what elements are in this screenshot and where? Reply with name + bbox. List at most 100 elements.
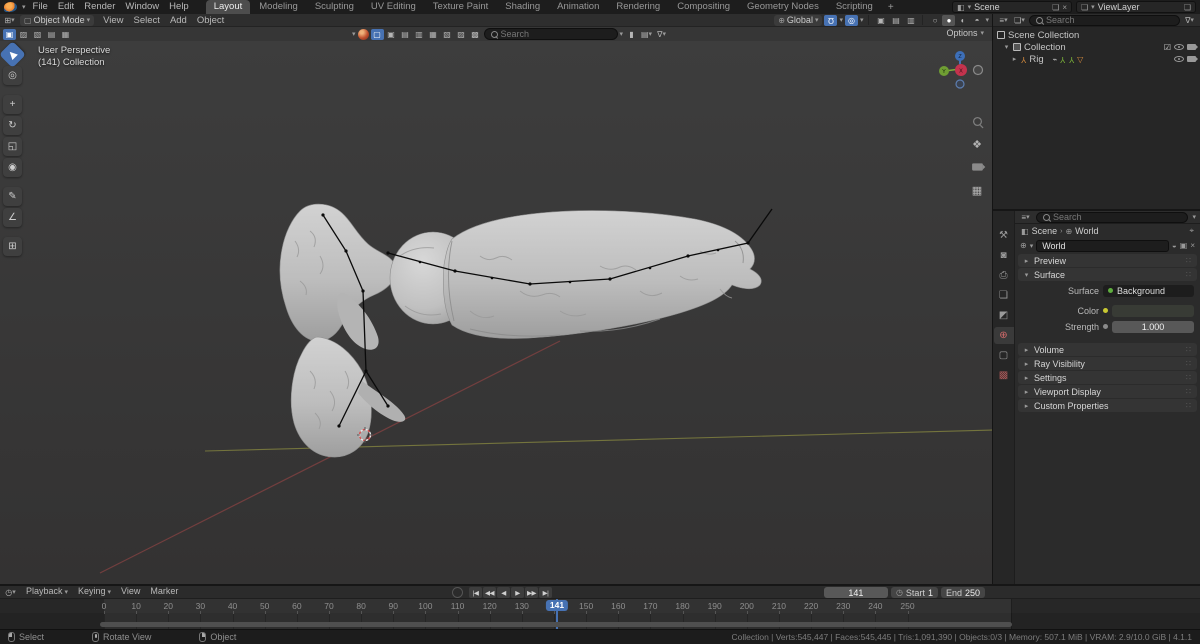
chevron-down-icon[interactable]: ▾ bbox=[1192, 213, 1196, 221]
properties-tab-tool[interactable]: ⚒ bbox=[994, 227, 1014, 244]
blender-logo-icon[interactable] bbox=[4, 2, 17, 12]
outliner-row-collection[interactable]: ▾ Collection ☑ bbox=[995, 41, 1198, 53]
start-frame-field[interactable]: ◷ Start 1 bbox=[890, 587, 938, 598]
tab-geometry-nodes[interactable]: Geometry Nodes bbox=[739, 0, 827, 14]
timeline-menu-view[interactable]: View bbox=[116, 585, 145, 599]
shading-material-preview-icon[interactable]: ◐ bbox=[956, 15, 969, 26]
show-gizmo-icon[interactable]: ▣ bbox=[874, 15, 887, 26]
pin-icon[interactable]: ⌖ bbox=[1189, 226, 1194, 236]
auto-keying-icon[interactable] bbox=[452, 587, 463, 598]
tab-compositing[interactable]: Compositing bbox=[669, 0, 738, 14]
timeline-strip[interactable]: 0 10 20 30 40 50 60 70 80 90 100 110 120 130 150 160 170… bbox=[0, 599, 1200, 629]
tool-option-7-icon[interactable]: ▨ bbox=[455, 29, 468, 40]
menu-render[interactable]: Render bbox=[79, 0, 120, 14]
world-name-field[interactable]: World bbox=[1036, 239, 1169, 252]
scene-selector[interactable]: ◧ ▾ Scene ❏ × bbox=[952, 1, 1072, 13]
viewport-canvas[interactable]: User Perspective (141) Collection ▶ ◎ + ↻ ◱ ◉… bbox=[0, 41, 992, 584]
tool-option-5-icon[interactable]: ▦ bbox=[427, 29, 440, 40]
editor-type-button[interactable]: ≡ ▾ bbox=[1019, 212, 1032, 223]
hide-eye-icon[interactable] bbox=[1174, 44, 1184, 50]
jump-end-button[interactable]: ▶| bbox=[539, 587, 552, 598]
bookmark-icon[interactable]: ▮ bbox=[625, 29, 638, 40]
timeline-scrollbar[interactable] bbox=[100, 622, 1012, 627]
display-settings-icon[interactable]: ▤ ▾ bbox=[640, 29, 653, 40]
toggle-perspective-icon[interactable]: ▦ bbox=[969, 182, 985, 198]
timeline-menu-marker[interactable]: Marker bbox=[145, 585, 183, 599]
pan-hand-icon[interactable]: ❖ bbox=[969, 136, 985, 152]
outliner-search-input[interactable] bbox=[1046, 15, 1116, 25]
unlink-icon[interactable]: × bbox=[1190, 241, 1195, 250]
outliner-scene-icon[interactable]: ❏ ▾ bbox=[1013, 15, 1026, 26]
surface-shader-field[interactable]: Background bbox=[1103, 284, 1194, 297]
tool-transform-button[interactable]: ◉ bbox=[3, 158, 22, 177]
shading-dropdown-icon[interactable]: ▾ bbox=[985, 16, 989, 24]
outliner-display-mode-dropdown[interactable]: ≡ ▾ bbox=[997, 15, 1010, 26]
panel-settings[interactable]: ▸ Settings ∷ bbox=[1018, 371, 1197, 384]
panel-viewport-display[interactable]: ▸ Viewport Display ∷ bbox=[1018, 385, 1197, 398]
properties-tab-texture[interactable]: ▩ bbox=[994, 367, 1014, 384]
disable-render-icon[interactable] bbox=[1187, 44, 1198, 50]
color-swatch[interactable] bbox=[1112, 304, 1194, 317]
panel-volume[interactable]: ▸ Volume ∷ bbox=[1018, 343, 1197, 356]
menu-edit[interactable]: Edit bbox=[53, 0, 79, 14]
tab-layout[interactable]: Layout bbox=[205, 0, 251, 14]
fake-user-shield-icon[interactable]: ◒ bbox=[1172, 241, 1177, 250]
editor-type-button[interactable]: ⊞ ▾ bbox=[3, 15, 16, 26]
matcap-ball-icon[interactable] bbox=[357, 28, 369, 40]
playhead-frame-chip[interactable]: 141 bbox=[545, 600, 569, 611]
chevron-down-icon[interactable]: ▾ bbox=[22, 3, 26, 11]
play-reverse-button[interactable]: ◀ bbox=[497, 587, 510, 598]
tool-option-1-icon[interactable]: ▢ bbox=[370, 28, 384, 40]
panel-preview[interactable]: ▸ Preview ∷ bbox=[1018, 254, 1197, 267]
end-frame-field[interactable]: End 250 bbox=[940, 587, 985, 598]
viewport-menu-object[interactable]: Object bbox=[192, 14, 229, 27]
current-frame-field[interactable]: 141 bbox=[823, 587, 888, 598]
color-decorator-icon[interactable] bbox=[1103, 308, 1108, 313]
proportional-editing-icon[interactable]: ◎ bbox=[844, 14, 858, 26]
tool-measure-button[interactable]: ∠ bbox=[3, 208, 22, 227]
next-keyframe-button[interactable]: ▶▶ bbox=[525, 587, 538, 598]
zoom-icon[interactable] bbox=[969, 113, 985, 129]
tool-option-4-icon[interactable]: ▥ bbox=[413, 29, 426, 40]
toggle-xray-icon[interactable]: ▥ bbox=[904, 15, 917, 26]
menu-file[interactable]: File bbox=[28, 0, 53, 14]
chevron-down-icon[interactable]: ▾ bbox=[620, 30, 624, 38]
collection-checkbox[interactable]: ☑ bbox=[1164, 43, 1171, 52]
select-mode-subtract-icon[interactable]: ▧ bbox=[31, 29, 44, 40]
tool-option-8-icon[interactable]: ▩ bbox=[469, 29, 482, 40]
unlink-icon[interactable]: × bbox=[1062, 3, 1067, 12]
timeline-ruler[interactable]: 0 10 20 30 40 50 60 70 80 90 100 110 120 130 150 160 170… bbox=[0, 599, 1200, 614]
breadcrumb-scene[interactable]: Scene bbox=[1032, 226, 1058, 236]
filter-icon[interactable]: ∇ ▾ bbox=[655, 29, 668, 40]
prev-keyframe-button[interactable]: ◀◀ bbox=[483, 587, 496, 598]
tool-move-button[interactable]: + bbox=[3, 95, 22, 114]
properties-tab-object[interactable]: ▢ bbox=[994, 347, 1014, 364]
outliner-row-scene-collection[interactable]: Scene Collection bbox=[995, 29, 1198, 41]
tool-scale-button[interactable]: ◱ bbox=[3, 137, 22, 156]
properties-tab-render[interactable]: ◙ bbox=[994, 247, 1014, 264]
snap-magnet-icon[interactable]: Ω bbox=[824, 14, 838, 26]
properties-tab-world[interactable]: ⊕ bbox=[993, 327, 1014, 344]
shading-solid-icon[interactable]: ● bbox=[942, 14, 956, 26]
hide-eye-icon[interactable] bbox=[1174, 56, 1184, 62]
tool-option-3-icon[interactable]: ▤ bbox=[399, 29, 412, 40]
strength-slider[interactable]: 1.000 bbox=[1112, 320, 1194, 333]
select-mode-intersect-icon[interactable]: ▦ bbox=[59, 29, 72, 40]
mode-dropdown[interactable]: ▢ Object Mode ▾ bbox=[20, 14, 95, 26]
select-mode-set-icon[interactable]: ▣ bbox=[3, 28, 16, 40]
transform-orientation-dropdown[interactable]: ⊕ Global ▾ bbox=[774, 14, 823, 26]
play-button[interactable]: ▶ bbox=[511, 587, 524, 598]
panel-custom-properties[interactable]: ▸ Custom Properties ∷ bbox=[1018, 399, 1197, 412]
tool-option-6-icon[interactable]: ▧ bbox=[441, 29, 454, 40]
properties-search-input[interactable] bbox=[1053, 212, 1123, 222]
tool-annotate-button[interactable]: ✎ bbox=[3, 187, 22, 206]
properties-tab-scene[interactable]: ◩ bbox=[994, 307, 1014, 324]
tool-option-2-icon[interactable]: ▣ bbox=[385, 29, 398, 40]
chevron-down-icon[interactable]: ▾ bbox=[352, 30, 356, 38]
properties-tab-view-layer[interactable]: ❏ bbox=[994, 287, 1014, 304]
options-dropdown[interactable]: Options ▾ bbox=[946, 28, 984, 38]
disable-render-icon[interactable] bbox=[1187, 56, 1198, 62]
add-workspace-button[interactable]: + bbox=[883, 2, 899, 13]
collapse-icon[interactable]: ▾ bbox=[1003, 43, 1010, 51]
tab-uv-editing[interactable]: UV Editing bbox=[363, 0, 424, 14]
